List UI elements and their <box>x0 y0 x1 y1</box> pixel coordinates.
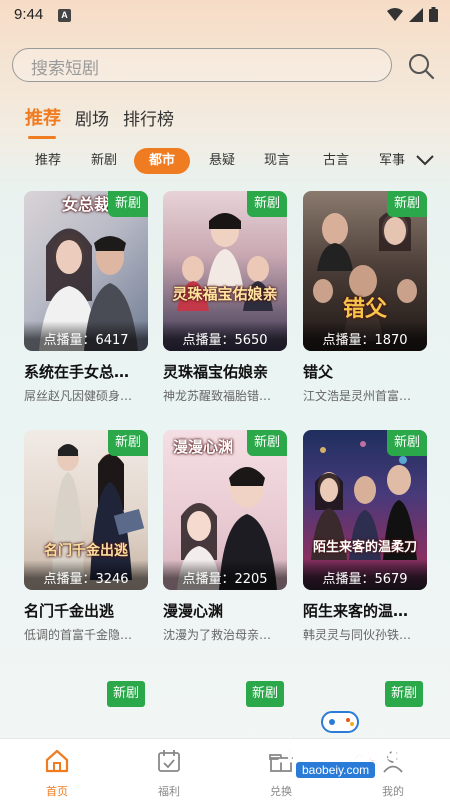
drama-title[interactable]: 错父 <box>303 361 427 382</box>
category-military[interactable]: 军事 <box>372 148 412 174</box>
drama-description: 屌丝赵凡因健硕身… <box>24 389 133 403</box>
nav-welfare-label: 福利 <box>158 785 180 798</box>
drama-card[interactable]: 名门千金出逃 新剧 点播量：3246 名门千金出逃 低调的首富千金隐… <box>24 430 148 643</box>
drama-card[interactable]: 女总裁 新剧 点播量：6417 系统在手女总… 屌丝赵凡因健硕身… <box>24 191 148 404</box>
poster-title: 名门千金出逃 <box>44 543 128 559</box>
new-badge: 新剧 <box>385 681 423 707</box>
drama-title[interactable]: 灵珠福宝佑娘亲 <box>163 361 287 382</box>
play-count: 点播量：2205 <box>182 572 268 587</box>
new-badge: 新剧 <box>107 681 145 707</box>
new-badge: 新剧 <box>246 681 284 707</box>
chevron-down-icon[interactable] <box>414 152 436 168</box>
search-input[interactable]: 搜索短剧 <box>12 48 392 82</box>
new-badge: 新剧 <box>247 430 287 456</box>
poster-title: 灵珠福宝佑娘亲 <box>172 285 278 303</box>
tab-theater[interactable]: 剧场 <box>75 105 109 130</box>
calendar-check-icon <box>158 750 180 772</box>
drama-poster[interactable]: 错父 新剧 点播量：1870 <box>303 191 427 351</box>
new-badge: 新剧 <box>108 191 148 217</box>
tab-recommend[interactable]: 推荐 <box>25 104 61 130</box>
drama-poster[interactable]: 漫漫心渊 新剧 点播量：2205 <box>163 430 287 590</box>
drama-poster[interactable]: 女总裁 新剧 点播量：6417 <box>24 191 148 351</box>
search-placeholder: 搜索短剧 <box>31 59 99 79</box>
drama-card[interactable]: 陌生来客的温柔刀 新剧 点播量：5679 陌生来客的温… 韩灵灵与同伙孙铁… <box>303 430 427 643</box>
drama-description: 神龙苏醒致福胎错… <box>163 389 272 403</box>
category-new[interactable]: 新剧 <box>84 148 124 174</box>
drama-description: 江文浩是灵州首富… <box>303 389 412 403</box>
drama-poster[interactable]: 陌生来客的温柔刀 新剧 点播量：5679 <box>303 430 427 590</box>
new-badge: 新剧 <box>247 191 287 217</box>
nav-home-label: 首页 <box>46 785 68 798</box>
nav-welfare[interactable]: 福利 <box>134 747 204 799</box>
drama-title[interactable]: 陌生来客的温… <box>303 600 427 621</box>
watermark-url: baobeiy.com <box>296 762 376 778</box>
drama-title[interactable]: 系统在手女总… <box>24 361 148 382</box>
drama-title[interactable]: 漫漫心渊 <box>163 600 287 621</box>
watermark-logo: 宝贝游戏网 baobeiy.com <box>278 706 428 790</box>
category-bar: 推荐 新剧 都市 悬疑 现言 古言 军事 <box>0 148 410 174</box>
category-suspense[interactable]: 悬疑 <box>202 148 242 174</box>
drama-card[interactable]: 灵珠福宝佑娘亲 新剧 点播量：5650 灵珠福宝佑娘亲 神龙苏醒致福胎错… <box>163 191 287 404</box>
poster-title: 陌生来客的温柔刀 <box>312 540 417 555</box>
new-badge: 新剧 <box>387 430 427 456</box>
category-modern-romance[interactable]: 现言 <box>257 148 297 174</box>
poster-title: 错父 <box>342 297 387 322</box>
drama-card[interactable]: 错父 新剧 点播量：1870 错父 江文浩是灵州首富… <box>303 191 427 404</box>
drama-card[interactable]: 漫漫心渊 新剧 点播量：2205 漫漫心渊 沈漫为了救治母亲… <box>163 430 287 643</box>
play-count: 点播量：6417 <box>43 333 129 348</box>
drama-description: 韩灵灵与同伙孙铁… <box>303 628 412 642</box>
search-icon[interactable] <box>406 51 436 81</box>
status-bar: 9:44 A <box>0 0 450 32</box>
main-tabs: 推荐 剧场 排行榜 <box>25 104 174 130</box>
drama-description: 沈漫为了救治母亲… <box>163 628 272 642</box>
tab-ranking[interactable]: 排行榜 <box>123 105 174 130</box>
drama-poster[interactable]: 名门千金出逃 新剧 点播量：3246 <box>24 430 148 590</box>
play-count: 点播量：5650 <box>182 333 268 348</box>
signal-icon <box>409 7 423 22</box>
drama-description: 低调的首富千金隐… <box>24 628 133 642</box>
active-tab-indicator <box>28 136 56 139</box>
new-badge: 新剧 <box>387 191 427 217</box>
play-count: 点播量：3246 <box>43 572 129 587</box>
category-recommend[interactable]: 推荐 <box>28 148 68 174</box>
battery-icon <box>429 7 438 22</box>
status-time: 9:44 <box>14 6 44 23</box>
play-count: 点播量：5679 <box>322 572 408 587</box>
drama-poster[interactable]: 灵珠福宝佑娘亲 新剧 点播量：5650 <box>163 191 287 351</box>
notification-icon: A <box>58 9 71 22</box>
drama-title[interactable]: 名门千金出逃 <box>24 600 148 621</box>
home-icon <box>45 749 69 773</box>
category-ancient-romance[interactable]: 古言 <box>316 148 356 174</box>
new-badge: 新剧 <box>108 430 148 456</box>
play-count: 点播量：1870 <box>322 333 408 348</box>
status-icons <box>387 7 438 22</box>
category-urban[interactable]: 都市 <box>134 148 190 174</box>
nav-home[interactable]: 首页 <box>22 747 92 799</box>
wifi-icon <box>387 7 403 21</box>
